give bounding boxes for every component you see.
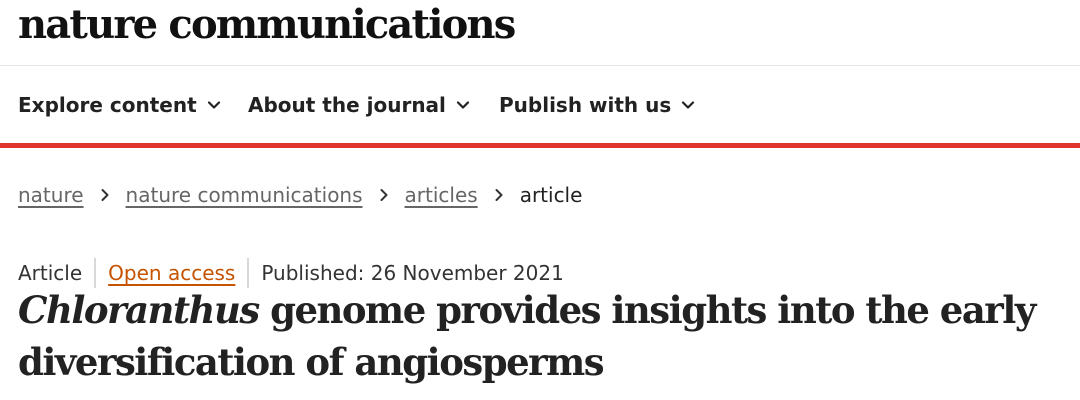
nav-item-label: Explore content	[18, 93, 197, 117]
article-type: Article	[18, 261, 83, 285]
breadcrumb-link-articles[interactable]: articles	[405, 183, 478, 207]
chevron-right-icon	[380, 189, 388, 201]
chevron-down-icon	[207, 101, 220, 109]
nav-about-the-journal[interactable]: About the journal	[248, 90, 470, 120]
nav-item-label: Publish with us	[499, 93, 672, 117]
breadcrumb-current: article	[519, 183, 583, 207]
article-title-italic: Chloranthus	[18, 288, 260, 332]
journal-logo[interactable]: nature communications	[18, 0, 516, 50]
article-title: Chloranthus genome provides insights int…	[18, 284, 1068, 388]
nav-publish-with-us[interactable]: Publish with us	[499, 90, 695, 120]
chevron-right-icon	[495, 189, 503, 201]
published-date: Published: 26 November 2021	[261, 261, 564, 285]
chevron-down-icon	[682, 101, 695, 109]
site-header: nature communications	[0, 0, 1080, 66]
breadcrumb: nature nature communications articles ar…	[18, 180, 582, 210]
accent-divider	[0, 143, 1080, 148]
nav-explore-content[interactable]: Explore content	[18, 90, 221, 120]
breadcrumb-link-nature[interactable]: nature	[18, 183, 84, 207]
open-access-link[interactable]: Open access	[108, 261, 235, 285]
nav-item-label: About the journal	[248, 93, 446, 117]
chevron-down-icon	[456, 101, 470, 109]
main-nav: Explore content About the journal Publis…	[0, 66, 1080, 144]
breadcrumb-link-nature-communications[interactable]: nature communications	[126, 183, 363, 207]
chevron-right-icon	[101, 189, 109, 201]
